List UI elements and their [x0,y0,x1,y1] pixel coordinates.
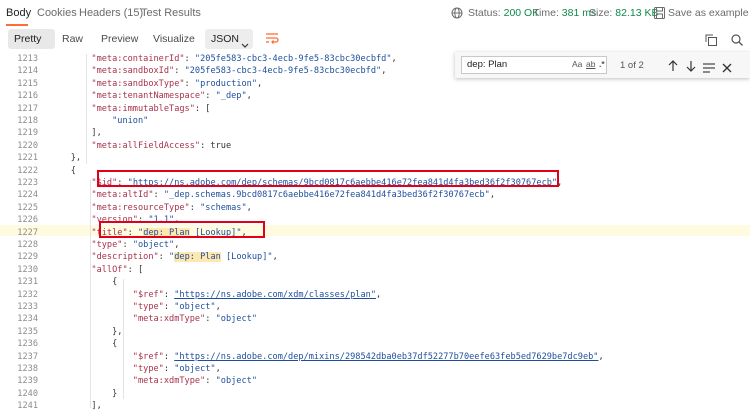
preview-button[interactable]: Preview [95,29,144,49]
match-case-toggle[interactable]: Aa [572,59,582,69]
visualize-button[interactable]: Visualize [147,29,201,49]
line-number: 1231 [17,277,38,288]
line-number: 1232 [17,289,38,300]
globe-icon[interactable] [451,6,463,24]
whole-word-toggle[interactable]: ab [586,59,595,69]
line-number: 1224 [17,190,38,201]
line-number: 1236 [17,339,38,350]
code-line: "meta:xdmType": "object" [132,314,258,325]
code-line: "allOf": [ [91,264,144,275]
line-number: 1227 [17,227,38,238]
code-line: "meta:xdmType": "object" [132,376,258,387]
code-line: }, [50,326,123,337]
status-text[interactable]: Status: 200 OK [468,7,539,19]
wrap-lines-icon[interactable] [265,31,279,50]
tab-test-results[interactable]: Test Results [141,7,201,19]
line-number: 1223 [17,178,38,188]
line-number: 1228 [17,240,38,250]
find-widget: dep: Plan Aa ab .* 1 of 2 [455,52,750,78]
line-number: 1219 [17,128,38,139]
line-number: 1229 [17,252,38,263]
pretty-button[interactable]: Pretty [8,29,55,49]
line-number: 1240 [17,388,38,399]
annotation-box-title [99,221,265,238]
code-line: { [50,277,118,288]
code-line: "meta:sandboxType": "production", [91,78,263,89]
code-line: "union" [112,116,149,126]
find-in-selection-icon[interactable] [703,60,715,78]
copy-icon[interactable] [705,33,717,51]
code-line: "type": "object", [132,364,221,374]
save-as-example-button[interactable]: Save as example [668,7,749,19]
code-line: "meta:tenantNamespace": "_dep", [91,91,252,102]
line-number: 1218 [17,116,38,126]
size-value: 82.13 KB [615,7,659,19]
code-line: { [50,165,76,176]
size-text[interactable]: Size: 82.13 KB [589,7,658,19]
code-line: { [50,339,118,350]
code-line: "meta:resourceType": "schemas", [91,202,252,213]
line-number: 1241 [17,401,38,411]
code-line: "meta:altId": "_dep.schemas.9bcd0817c6ae… [91,190,496,201]
line-number: 1230 [17,264,38,275]
code-line: "meta:immutableTags": [ [91,103,211,114]
code-line: ], [50,128,102,139]
line-number: 1237 [17,351,38,362]
size-label: Size: [589,7,613,19]
code-line: ], [50,401,102,411]
line-number: 1222 [17,165,38,176]
line-number: 1217 [17,103,38,114]
line-number: 1235 [17,326,38,337]
line-number: 1216 [17,91,38,102]
response-body-editor[interactable]: 1213 "meta:containerId": "205fe583-cbc3-… [0,54,750,411]
time-text[interactable]: Time: 381 ms [533,7,596,19]
raw-button[interactable]: Raw [56,29,89,49]
line-number: 1213 [17,54,38,64]
line-number: 1220 [17,140,38,151]
code-line: "meta:containerId": "205fe583-cbc3-4ecb-… [91,54,397,64]
line-number: 1234 [17,314,38,325]
line-number: 1239 [17,376,38,387]
code-line: }, [50,153,82,164]
code-line: "description": "dep: Plan [Lookup]", [91,252,278,263]
regex-toggle[interactable]: .* [599,59,605,69]
code-line: "type": "object", [132,302,221,312]
line-number: 1214 [17,66,38,77]
match-count: 1 of 2 [620,60,644,71]
line-number: 1215 [17,78,38,89]
line-number: 1238 [17,364,38,374]
tab-headers[interactable]: Headers (15) [79,7,143,19]
format-select[interactable]: JSON [205,29,253,49]
time-label: Time: [533,7,559,19]
status-label: Status: [468,7,501,19]
annotation-box-id [97,170,559,187]
save-icon[interactable] [654,6,665,24]
code-line: "$ref": "https://ns.adobe.com/xdm/classe… [132,289,382,300]
line-number: 1221 [17,153,38,164]
arrow-up-icon[interactable] [668,59,678,77]
search-icon[interactable] [731,33,743,51]
code-line: "type": "object", [91,240,180,250]
response-tab-bar: Body Cookies Headers (15) Test Results S… [0,0,750,26]
line-number: 1226 [17,215,38,226]
code-line: "meta:allFieldAccess": true [91,140,232,151]
line-number: 1233 [17,302,38,312]
line-number: 1225 [17,202,38,213]
tab-cookies[interactable]: Cookies [37,7,77,19]
code-line: "meta:sandboxId": "205fe583-cbc3-4ecb-9f… [91,66,387,77]
code-line: } [50,388,118,399]
chevron-down-icon [241,36,249,56]
format-select-value: JSON [211,33,240,45]
code-line: "$ref": "https://ns.adobe.com/dep/mixins… [132,351,604,362]
tab-body[interactable]: Body [6,7,31,19]
close-icon[interactable] [722,60,732,78]
arrow-down-icon[interactable] [686,59,696,77]
